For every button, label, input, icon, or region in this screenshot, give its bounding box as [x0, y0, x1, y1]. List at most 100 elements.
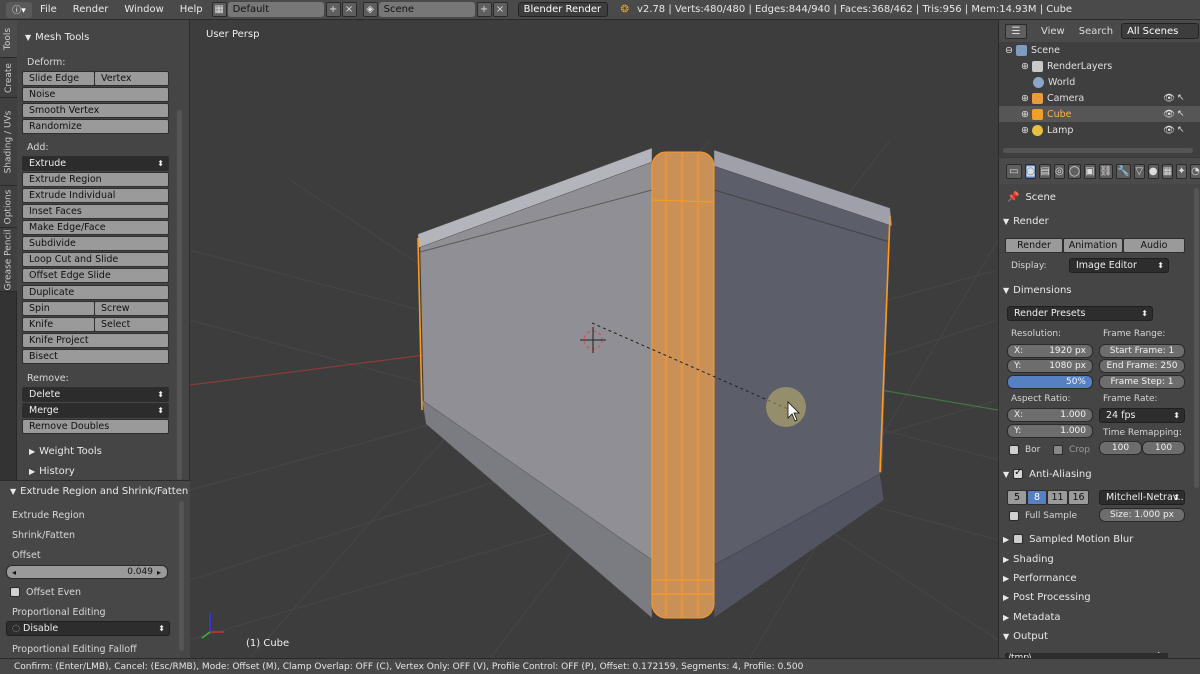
- start-frame-field[interactable]: Start Frame: 1: [1099, 344, 1185, 358]
- tab-options[interactable]: Options: [0, 186, 17, 228]
- delete-menu[interactable]: Delete: [22, 387, 169, 402]
- outliner-row-lamp[interactable]: ⊕ Lamp 👁 ↖: [999, 122, 1200, 138]
- resolution-y-field[interactable]: Y: 1080 px: [1007, 359, 1093, 373]
- visibility-eye-icon[interactable]: 👁: [1163, 93, 1175, 104]
- shelf-scrollbar[interactable]: [177, 110, 182, 480]
- loop-cut-button[interactable]: Loop Cut and Slide: [22, 252, 169, 267]
- render-layers-tab-icon[interactable]: ▤: [1039, 163, 1051, 179]
- outliner-row-cube[interactable]: ⊕ Cube 👁 ↖: [999, 106, 1200, 122]
- border-checkbox[interactable]: [1009, 445, 1019, 455]
- resolution-percentage-field[interactable]: 50%: [1007, 375, 1093, 389]
- extrude-individual-button[interactable]: Extrude Individual: [22, 188, 169, 203]
- vertex-slide-button[interactable]: Vertex: [94, 71, 169, 86]
- tab-create[interactable]: Create: [0, 58, 17, 98]
- inset-faces-button[interactable]: Inset Faces: [22, 204, 169, 219]
- remove-scene-button[interactable]: ×: [492, 2, 508, 17]
- remap-old-field[interactable]: 100: [1099, 441, 1142, 455]
- remove-doubles-button[interactable]: Remove Doubles: [22, 419, 169, 434]
- outliner-row-camera[interactable]: ⊕ Camera 👁 ↖: [999, 90, 1200, 106]
- noise-button[interactable]: Noise: [22, 87, 169, 102]
- visibility-eye-icon[interactable]: 👁: [1163, 109, 1175, 120]
- panel-motion-blur-header[interactable]: ▶ Sampled Motion Blur: [1003, 530, 1193, 548]
- extrude-region-button[interactable]: Extrude Region: [22, 172, 169, 187]
- screen-layout-field[interactable]: Default: [227, 2, 324, 17]
- panel-weight-tools-header[interactable]: ▶ Weight Tools: [21, 441, 102, 461]
- crop-checkbox[interactable]: [1053, 445, 1063, 455]
- aa-samples-11[interactable]: 11: [1047, 490, 1068, 505]
- material-tab-icon[interactable]: ●: [1147, 163, 1159, 179]
- panel-history-header[interactable]: ▶ History: [21, 461, 75, 481]
- frame-rate-select[interactable]: 24 fps: [1099, 408, 1185, 423]
- filter-size-field[interactable]: Size: 1.000 px: [1099, 508, 1185, 522]
- remove-layout-button[interactable]: ×: [341, 2, 357, 17]
- outliner-row-world[interactable]: World: [999, 74, 1200, 90]
- panel-shading-header[interactable]: ▶ Shading: [1003, 550, 1193, 568]
- increment-arrow-icon[interactable]: ▸: [157, 568, 161, 577]
- outliner-row-renderlayers[interactable]: ⊕ RenderLayers: [999, 58, 1200, 74]
- aa-samples-8[interactable]: 8: [1027, 490, 1047, 505]
- texture-tab-icon[interactable]: ▦: [1161, 163, 1174, 179]
- modifiers-tab-icon[interactable]: 🔧: [1116, 163, 1131, 179]
- randomize-button[interactable]: Randomize: [22, 119, 169, 134]
- animation-button[interactable]: Animation: [1063, 238, 1123, 253]
- panel-performance-header[interactable]: ▶ Performance: [1003, 569, 1193, 587]
- expand-icon[interactable]: ⊖: [1005, 45, 1013, 56]
- menu-window[interactable]: Window: [116, 4, 171, 15]
- expand-icon[interactable]: ⊕: [1021, 61, 1029, 72]
- audio-button[interactable]: Audio: [1123, 238, 1185, 253]
- menu-file[interactable]: File: [32, 4, 65, 15]
- outliner-view-menu[interactable]: View: [1041, 26, 1065, 37]
- outliner-display-select[interactable]: All Scenes: [1121, 23, 1199, 39]
- selectable-arrow-icon[interactable]: ↖: [1177, 109, 1185, 119]
- panel-post-processing-header[interactable]: ▶ Post Processing: [1003, 588, 1193, 606]
- expand-icon[interactable]: ⊕: [1021, 125, 1029, 136]
- add-layout-button[interactable]: +: [325, 2, 341, 17]
- menu-help[interactable]: Help: [172, 4, 211, 15]
- panel-output-header[interactable]: ▼ Output: [1003, 627, 1193, 645]
- panel-anti-aliasing-header[interactable]: ▼ Anti-Aliasing: [1003, 465, 1193, 483]
- render-button[interactable]: Render: [1005, 238, 1063, 253]
- duplicate-button[interactable]: Duplicate: [22, 285, 169, 300]
- constraints-tab-icon[interactable]: ⛓: [1098, 163, 1114, 179]
- expand-icon[interactable]: ⊕: [1021, 93, 1029, 104]
- visibility-eye-icon[interactable]: 👁: [1163, 125, 1175, 136]
- data-tab-icon[interactable]: ▽: [1133, 163, 1145, 179]
- subdivide-button[interactable]: Subdivide: [22, 236, 169, 251]
- outliner-editor-icon[interactable]: ☰: [1005, 23, 1027, 39]
- aa-samples-16[interactable]: 16: [1068, 490, 1089, 505]
- offset-edge-slide-button[interactable]: Offset Edge Slide: [22, 268, 169, 283]
- aa-samples-5[interactable]: 5: [1007, 490, 1027, 505]
- particles-tab-icon[interactable]: ✦: [1176, 163, 1188, 179]
- panel-render-header[interactable]: ▼ Render: [1003, 212, 1193, 230]
- knife-select-button[interactable]: Select: [94, 317, 169, 332]
- panel-metadata-header[interactable]: ▶ Metadata: [1003, 608, 1193, 626]
- make-edge-face-button[interactable]: Make Edge/Face: [22, 220, 169, 235]
- 3d-viewport[interactable]: User Persp (1) Cube: [190, 20, 998, 658]
- bisect-button[interactable]: Bisect: [22, 349, 169, 364]
- pin-icon[interactable]: 📌: [1007, 192, 1019, 203]
- merge-menu[interactable]: Merge: [22, 403, 169, 418]
- render-engine-select[interactable]: Blender Render: [517, 2, 608, 17]
- motion-blur-checkbox[interactable]: [1013, 534, 1024, 544]
- render-tab-icon[interactable]: ◙: [1024, 163, 1037, 179]
- tab-tools[interactable]: Tools: [0, 20, 17, 58]
- tab-grease-pencil[interactable]: Grease Pencil: [0, 228, 17, 292]
- outliner-row-scene[interactable]: ⊖ Scene: [999, 42, 1200, 58]
- operator-panel-header[interactable]: ▼ Extrude Region and Shrink/Fatten: [2, 481, 188, 501]
- screen-layout-icon[interactable]: ▦: [211, 2, 227, 17]
- aspect-y-field[interactable]: Y: 1.000: [1007, 424, 1093, 438]
- scene-tab-icon[interactable]: ◎: [1053, 163, 1065, 179]
- display-select[interactable]: Image Editor: [1069, 258, 1169, 273]
- tab-shading-uvs[interactable]: Shading / UVs: [0, 98, 17, 186]
- proportional-editing-select[interactable]: ◌ Disable: [6, 621, 170, 636]
- selectable-arrow-icon[interactable]: ↖: [1177, 93, 1185, 103]
- screw-button[interactable]: Screw: [94, 301, 169, 316]
- world-tab-icon[interactable]: ◯: [1067, 163, 1082, 179]
- expand-icon[interactable]: ⊕: [1021, 109, 1029, 120]
- outliner-search-menu[interactable]: Search: [1079, 26, 1113, 37]
- decrement-arrow-icon[interactable]: ◂: [12, 568, 16, 577]
- spin-button[interactable]: Spin: [22, 301, 95, 316]
- aspect-x-field[interactable]: X: 1.000: [1007, 408, 1093, 422]
- knife-button[interactable]: Knife: [22, 317, 95, 332]
- scene-field[interactable]: Scene: [378, 2, 475, 17]
